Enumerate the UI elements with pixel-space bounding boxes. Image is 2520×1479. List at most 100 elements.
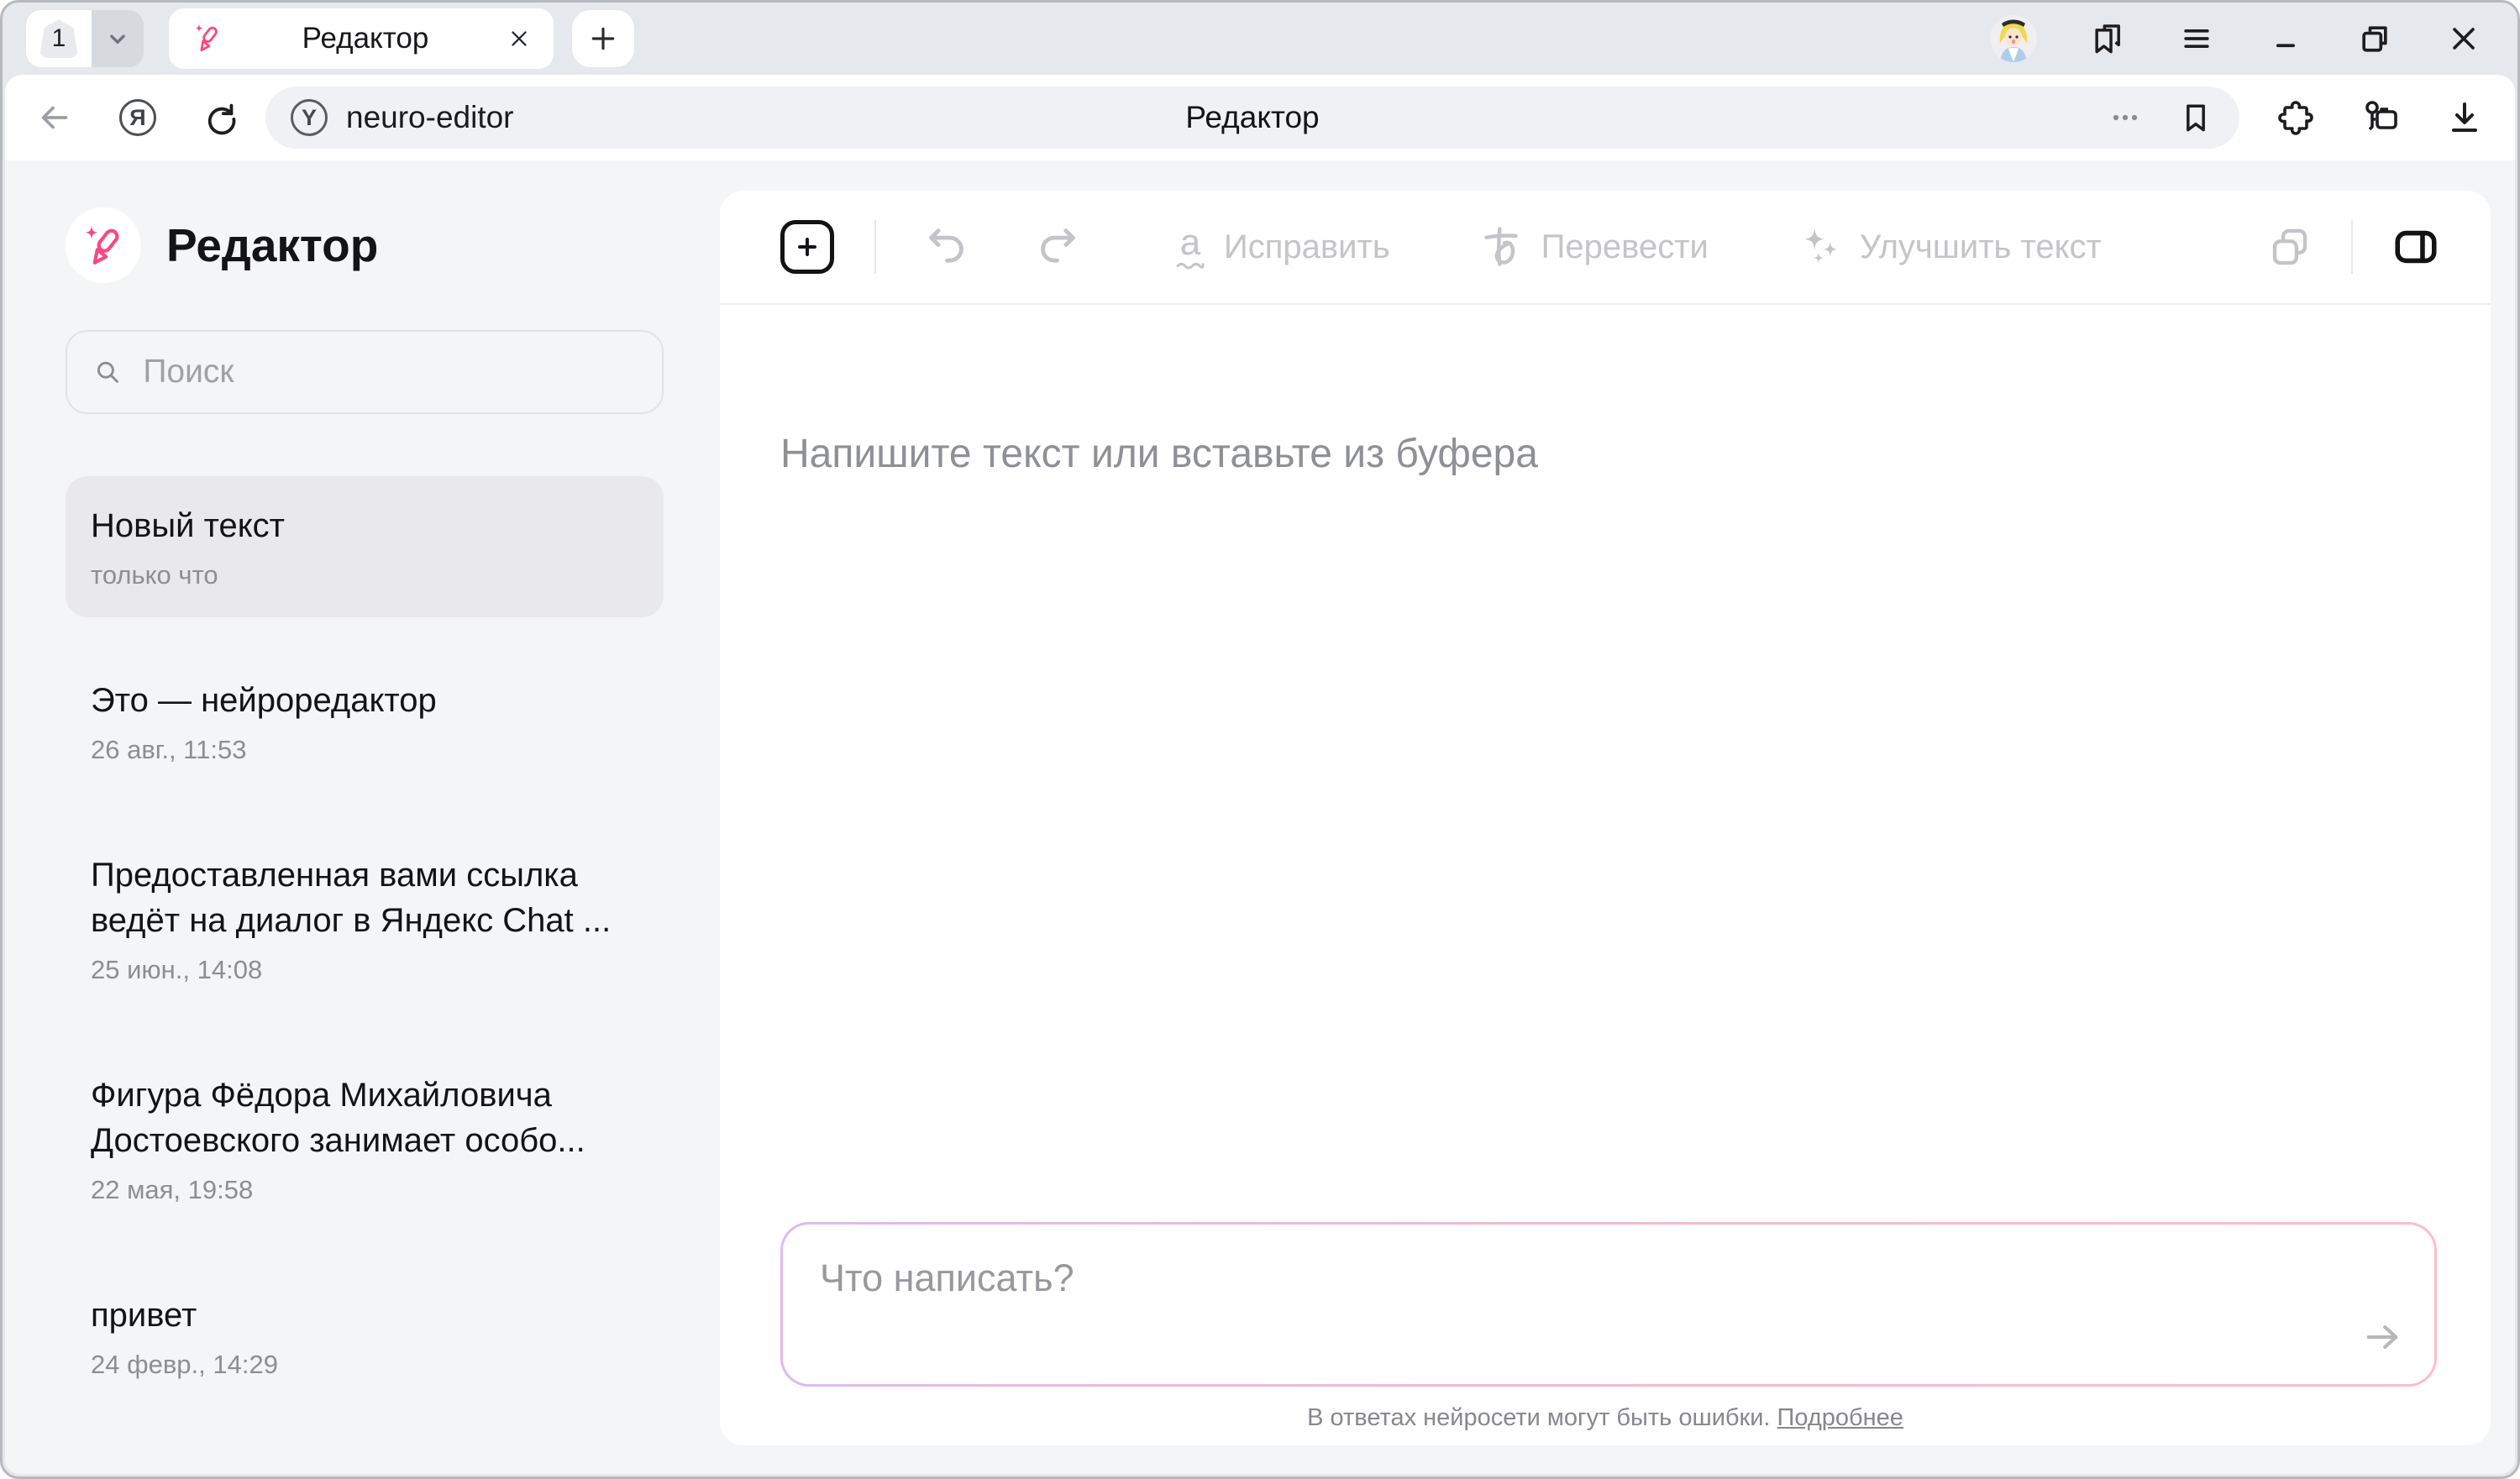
- key-card-icon: [2360, 97, 2401, 138]
- download-icon: [2444, 97, 2485, 138]
- search-icon: [92, 355, 123, 389]
- window-close-button[interactable]: [2445, 20, 2482, 57]
- document-list-item[interactable]: Предоставленная вами ссылка ведёт на диа…: [66, 826, 664, 1012]
- bookmarks-panel-button[interactable]: [2089, 20, 2126, 57]
- app-title: Редактор: [166, 218, 378, 272]
- bookmarks-icon: [2089, 20, 2126, 57]
- reload-button[interactable]: [202, 98, 240, 137]
- document-list-item[interactable]: привет 24 февр., 14:29: [66, 1266, 664, 1407]
- toolbar-divider: [874, 220, 876, 274]
- split-panel-icon: [2391, 223, 2440, 271]
- new-document-button[interactable]: [780, 220, 834, 274]
- close-icon: [2445, 20, 2482, 57]
- window-minimize-button[interactable]: [2267, 20, 2304, 57]
- browser-menu-button[interactable]: [2178, 20, 2215, 57]
- hamburger-menu-icon: [2178, 20, 2215, 57]
- document-title: привет: [91, 1293, 638, 1338]
- plus-icon: [792, 232, 822, 262]
- search-box[interactable]: [66, 330, 664, 414]
- document-list-item[interactable]: Фигура Фёдора Михайловича Достоевского з…: [66, 1046, 664, 1232]
- browser-tab[interactable]: Редактор: [169, 8, 554, 69]
- sparkles-icon: [1796, 223, 1843, 270]
- site-favicon-icon: Y: [291, 99, 328, 136]
- document-time: только что: [91, 560, 638, 590]
- omnibox[interactable]: Y neuro-editor Редактор: [265, 87, 2239, 149]
- extensions-button[interactable]: [2276, 97, 2317, 138]
- improve-text-button[interactable]: Улучшить текст: [1796, 223, 2102, 270]
- learn-more-link[interactable]: Подробнее: [1777, 1404, 1903, 1431]
- tab-groups-control[interactable]: 1: [26, 10, 144, 67]
- document-time: 24 февр., 14:29: [91, 1350, 638, 1380]
- disclaimer: В ответах нейросети могут быть ошибки. П…: [720, 1404, 2491, 1432]
- translate-label: Перевести: [1541, 228, 1709, 266]
- neuro-editor-app: Редактор Новый текст только что Это — не…: [5, 160, 2515, 1474]
- address-bar: Я Y neuro-editor Редактор: [5, 75, 2515, 160]
- copy-button[interactable]: [2267, 224, 2313, 270]
- passwords-button[interactable]: [2360, 97, 2401, 138]
- prompt-box: [780, 1222, 2437, 1387]
- document-list-item[interactable]: Это — нейроредактор 26 авг., 11:53: [66, 651, 664, 792]
- omnibox-more-button[interactable]: [2107, 99, 2144, 136]
- undo-button[interactable]: [923, 223, 972, 271]
- improve-text-label: Улучшить текст: [1860, 228, 2102, 266]
- app-logo: [66, 207, 141, 283]
- magic-pen-icon: [80, 222, 127, 269]
- toolbar-divider: [2351, 220, 2353, 274]
- send-prompt-button[interactable]: [2355, 1310, 2409, 1364]
- editor-toolbar: а Исправить Перевести: [720, 191, 2491, 305]
- redo-icon: [1032, 223, 1081, 271]
- window-restore-button[interactable]: [2356, 20, 2393, 57]
- prompt-input[interactable]: [783, 1225, 2434, 1384]
- browser-window: 1 Редактор: [0, 0, 2520, 1479]
- tab-count-badge: 1: [39, 19, 78, 58]
- user-avatar[interactable]: [1990, 15, 2037, 62]
- send-arrow-icon: [2360, 1312, 2404, 1362]
- document-list-item[interactable]: Новый текст только что: [66, 476, 664, 617]
- document-time: 26 авг., 11:53: [91, 735, 638, 765]
- plus-icon: [586, 22, 620, 55]
- new-tab-button[interactable]: [572, 10, 634, 67]
- add-bookmark-button[interactable]: [2177, 99, 2214, 136]
- document-time: 25 июн., 14:08: [91, 955, 638, 985]
- tab-groups-chevron-button[interactable]: [92, 10, 144, 67]
- tab-title: Редактор: [224, 22, 507, 55]
- browser-content: Я Y neuro-editor Редактор: [5, 75, 2515, 1474]
- sidebar: Редактор Новый текст только что Это — не…: [5, 160, 719, 1474]
- app-brand: Редактор: [66, 207, 664, 283]
- document-title: Это — нейроредактор: [91, 678, 638, 723]
- downloads-button[interactable]: [2444, 97, 2485, 138]
- toggle-panel-button[interactable]: [2391, 223, 2440, 271]
- avatar-girl-icon: [1990, 15, 2037, 62]
- ellipsis-icon: [2107, 99, 2144, 136]
- chevron-down-icon: [103, 24, 132, 53]
- disclaimer-text: В ответах нейросети могут быть ошибки.: [1307, 1404, 1770, 1431]
- document-time: 22 мая, 19:58: [91, 1175, 638, 1205]
- document-title: Новый текст: [91, 503, 638, 548]
- yandex-logo-icon: Я: [119, 99, 156, 136]
- reload-icon: [202, 98, 240, 137]
- editor-placeholder: Напишите текст или вставьте из буфера: [780, 431, 2430, 477]
- minimize-icon: [2267, 20, 2304, 57]
- url-text: neuro-editor: [346, 100, 514, 135]
- translate-icon: [1478, 223, 1525, 270]
- fix-text-label: Исправить: [1224, 228, 1390, 266]
- back-button[interactable]: [35, 98, 74, 137]
- bookmark-flag-icon: [2177, 99, 2214, 136]
- translate-button[interactable]: Перевести: [1478, 223, 1709, 270]
- undo-icon: [923, 223, 972, 271]
- fix-text-button[interactable]: а Исправить: [1173, 224, 1390, 270]
- editor-panel: а Исправить Перевести: [720, 191, 2491, 1445]
- tab-close-button[interactable]: [507, 26, 532, 51]
- yandex-home-button[interactable]: Я: [119, 99, 156, 136]
- search-input[interactable]: [141, 353, 637, 391]
- page-title: Редактор: [265, 100, 2239, 135]
- tab-bar-controls: [1990, 15, 2494, 62]
- editor-canvas[interactable]: Напишите текст или вставьте из буфера: [720, 305, 2491, 477]
- redo-button[interactable]: [1032, 223, 1081, 271]
- fix-letter-icon: а: [1173, 224, 1207, 270]
- document-list: Новый текст только что Это — нейроредакт…: [66, 476, 664, 1407]
- tab-count-button[interactable]: 1: [26, 10, 92, 67]
- document-title: Фигура Фёдора Михайловича Достоевского з…: [91, 1073, 638, 1163]
- tab-bar: 1 Редактор: [3, 3, 2517, 75]
- restore-icon: [2356, 20, 2393, 57]
